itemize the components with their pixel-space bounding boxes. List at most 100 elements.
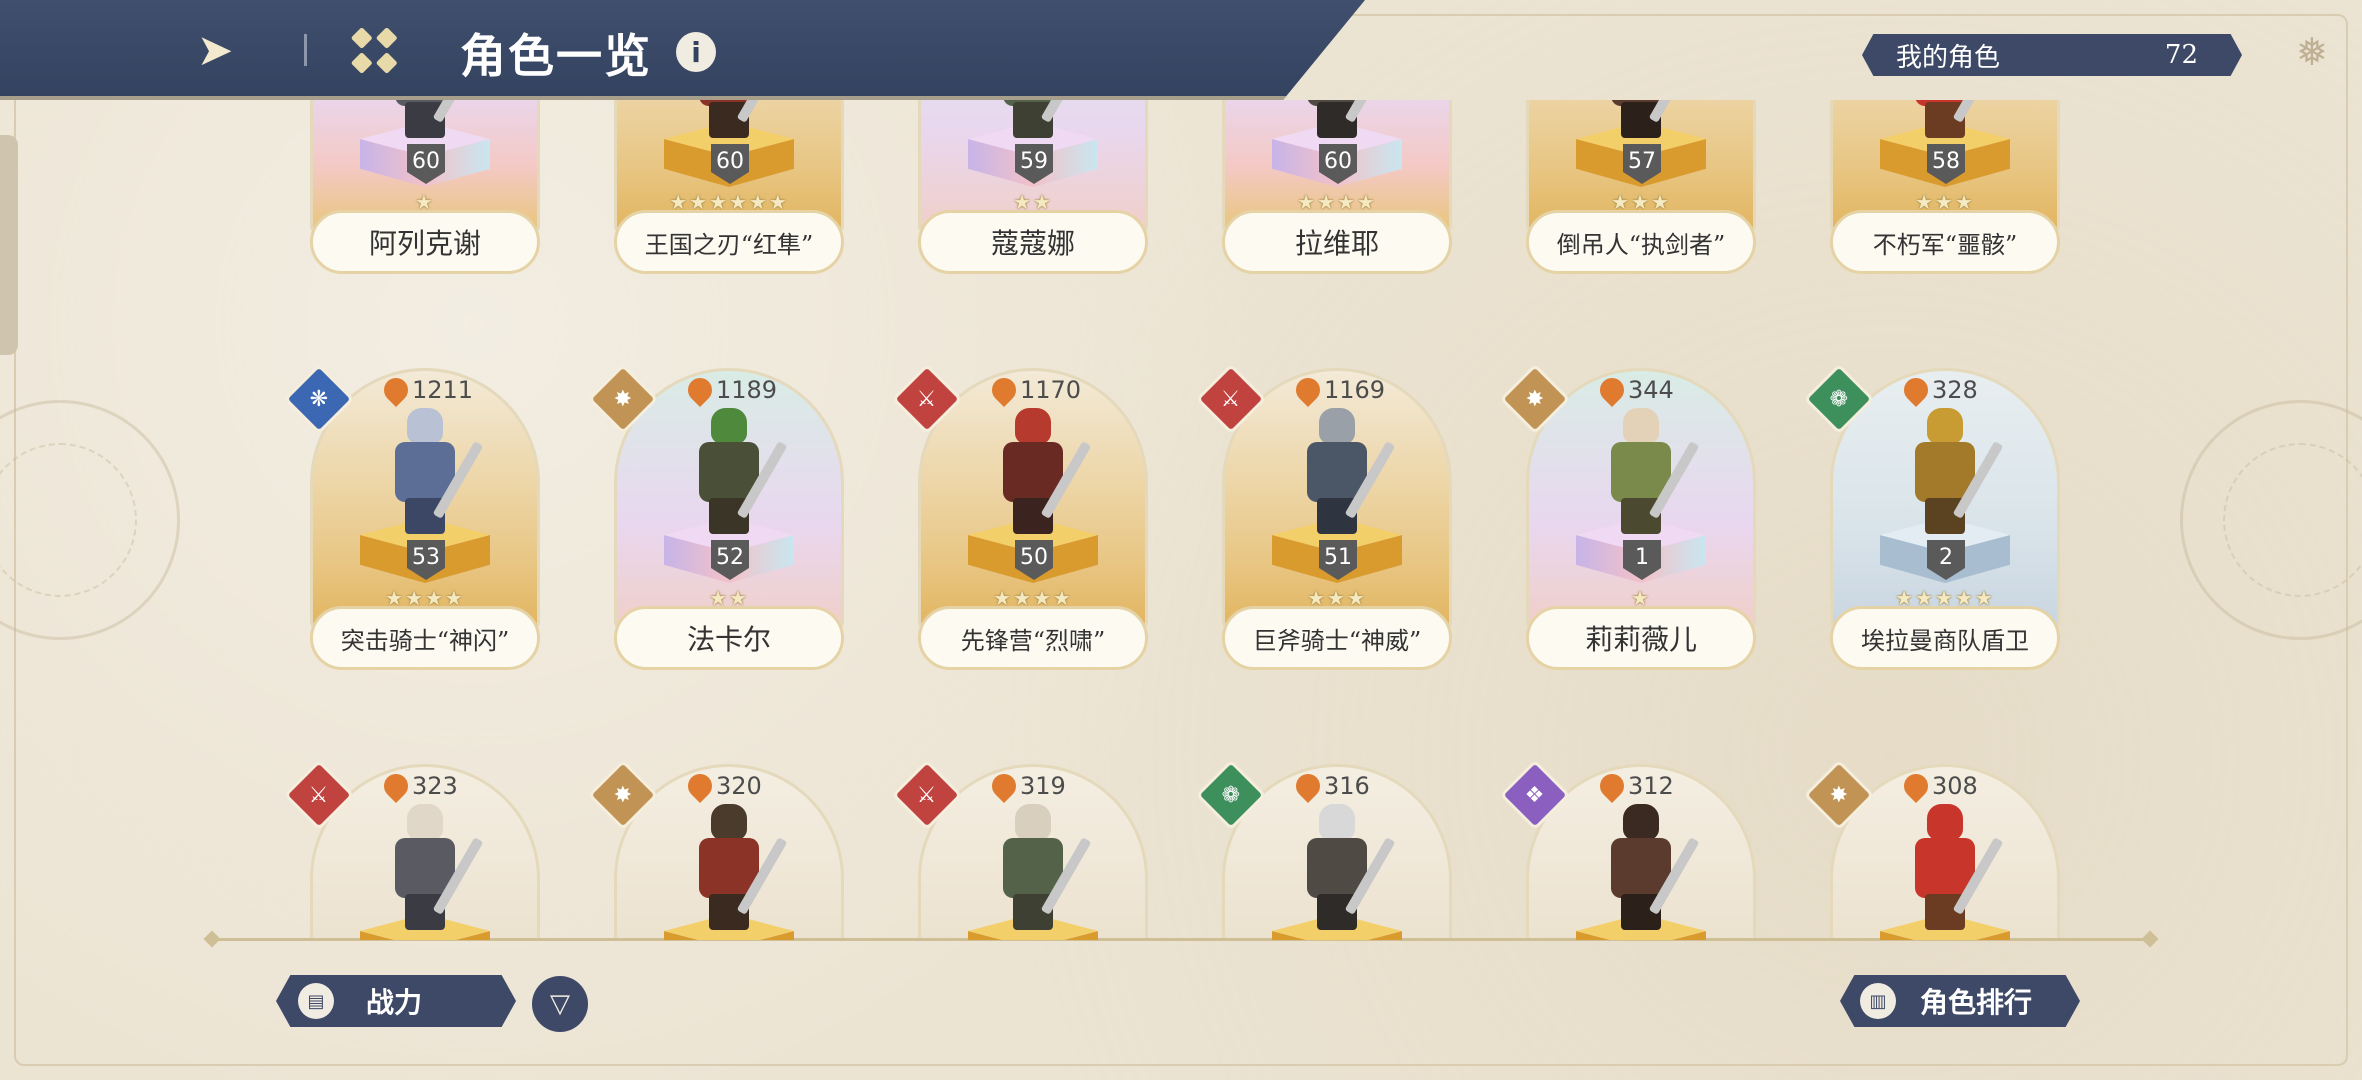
power-rating: 308 (1899, 769, 1978, 803)
character-sprite (375, 408, 484, 536)
flame-icon (1899, 769, 1933, 803)
power-rating: 319 (987, 769, 1066, 803)
character-name: 法卡尔 (614, 606, 844, 670)
info-icon[interactable]: i (676, 32, 716, 72)
bottom-divider (212, 938, 2150, 941)
header-bar: ➤ 角色一览 i (0, 0, 1365, 100)
character-grid-viewport[interactable]: ❁60★阿列克谢 ❋60★★★★★★王国之刃“红隼” ❁59★★蔻蔻娜 ⚔60★★★★… (280, 100, 2100, 940)
power-rating: 328 (1899, 373, 1978, 407)
character-sprite (983, 804, 1092, 932)
power-value: 312 (1628, 772, 1674, 800)
power-value: 1170 (1020, 376, 1082, 404)
character-card[interactable]: ❋ 1211 53 ★★★★ 突击骑士“神闪” (283, 363, 540, 670)
character-ranking-button[interactable]: ▥ 角色排行 (1840, 975, 2080, 1027)
power-rating: 316 (1291, 769, 1370, 803)
power-rating: 312 (1595, 769, 1674, 803)
bar-chart-icon: ▤ (298, 983, 334, 1019)
flame-icon (379, 769, 413, 803)
sort-label: 战力 (366, 986, 423, 1019)
sort-by-power-button[interactable]: ▤ 战力 (276, 975, 516, 1027)
character-sprite (1287, 804, 1396, 932)
character-sprite (1591, 408, 1700, 536)
power-rating: 320 (683, 769, 762, 803)
character-sprite (679, 408, 788, 536)
power-value: 328 (1932, 376, 1978, 404)
character-sprite (983, 408, 1092, 536)
flame-icon (379, 373, 413, 407)
power-value: 1169 (1324, 376, 1386, 404)
power-value: 323 (412, 772, 458, 800)
character-card[interactable]: ✸ 344 1 ★ 莉莉薇儿 (1499, 363, 1756, 670)
flame-icon (1899, 373, 1933, 407)
character-sprite (679, 804, 788, 932)
character-card[interactable]: ❁59★★蔻蔻娜 (918, 100, 1148, 274)
flame-icon (1291, 373, 1325, 407)
character-name: 拉维耶 (1222, 210, 1452, 274)
character-card[interactable]: ❖ 312 (1499, 759, 1756, 940)
flame-icon (1595, 373, 1629, 407)
flame-icon (683, 769, 717, 803)
character-name: 王国之刃“红隼” (614, 210, 844, 274)
character-sprite (1591, 100, 1700, 140)
power-rating: 1189 (683, 373, 778, 407)
background-ornament-right (2180, 400, 2362, 640)
character-card[interactable]: ❋60★★★★★★王国之刃“红隼” (614, 100, 844, 274)
character-card[interactable]: ❁ 316 (1195, 759, 1452, 940)
back-arrow-icon[interactable]: ➤ (180, 18, 250, 82)
power-value: 320 (716, 772, 762, 800)
power-value: 1189 (716, 376, 778, 404)
settings-gear-icon[interactable]: ❅ (2296, 30, 2328, 74)
power-rating: 1170 (987, 373, 1082, 407)
power-rating: 1211 (379, 373, 473, 407)
power-value: 319 (1020, 772, 1066, 800)
character-sprite (1287, 408, 1396, 536)
character-name: 先锋营“烈啸” (918, 606, 1148, 670)
character-card[interactable]: ⚔58★★★不朽军“噩骸” (1830, 100, 2060, 274)
character-name: 突击骑士“神闪” (310, 606, 540, 670)
character-name: 巨斧骑士“神威” (1222, 606, 1452, 670)
podium-icon: ▥ (1860, 983, 1896, 1019)
character-card[interactable]: ✸ 308 (1803, 759, 2060, 940)
character-sprite (375, 100, 484, 140)
character-name: 阿列克谢 (310, 210, 540, 274)
power-value: 308 (1932, 772, 1978, 800)
character-card[interactable]: ⚔ 1169 51 ★★★ 巨斧骑士“神威” (1195, 363, 1452, 670)
flame-icon (987, 769, 1021, 803)
character-sprite (1895, 804, 2004, 932)
power-rating: 344 (1595, 373, 1674, 407)
my-characters-count: 72 (2164, 40, 2198, 70)
my-characters-label: 我的角色 (1896, 42, 2001, 73)
character-sprite (983, 100, 1092, 140)
character-card[interactable]: ⚔ 319 (891, 759, 1148, 940)
grid-menu-icon[interactable] (350, 26, 398, 74)
character-card[interactable]: ✸ 1189 52 ★★ 法卡尔 (587, 363, 844, 670)
character-card[interactable]: ⚔ 323 (283, 759, 540, 940)
character-name: 蔻蔻娜 (918, 210, 1148, 274)
header-separator (304, 34, 307, 66)
character-name: 莉莉薇儿 (1526, 606, 1756, 670)
character-sprite (1895, 100, 2004, 140)
character-sprite (1287, 100, 1396, 140)
flame-icon (1595, 769, 1629, 803)
character-sprite (375, 804, 484, 932)
flame-icon (683, 373, 717, 407)
character-card[interactable]: ❁ 328 2 ★★★★★ 埃拉曼商队盾卫 (1803, 363, 2060, 670)
rank-label: 角色排行 (1920, 986, 2033, 1019)
filter-icon[interactable]: ▽ (532, 976, 588, 1032)
power-rating: 1169 (1291, 373, 1386, 407)
character-sprite (1591, 804, 1700, 932)
character-card[interactable]: ⚔60★★★★拉维耶 (1222, 100, 1452, 274)
power-rating: 323 (379, 769, 458, 803)
character-name: 不朽军“噩骸” (1830, 210, 2060, 274)
character-card[interactable]: ✸ 320 (587, 759, 844, 940)
flame-icon (1291, 769, 1325, 803)
power-value: 316 (1324, 772, 1370, 800)
character-card[interactable]: ❁60★阿列克谢 (310, 100, 540, 274)
side-scroll-handle[interactable] (0, 135, 18, 355)
character-sprite (679, 100, 788, 140)
character-name: 埃拉曼商队盾卫 (1830, 606, 2060, 670)
character-sprite (1895, 408, 2004, 536)
character-card[interactable]: ⚔ 1170 50 ★★★★ 先锋营“烈啸” (891, 363, 1148, 670)
character-card[interactable]: ❖57★★★倒吊人“执剑者” (1526, 100, 1756, 274)
flame-icon (987, 373, 1021, 407)
